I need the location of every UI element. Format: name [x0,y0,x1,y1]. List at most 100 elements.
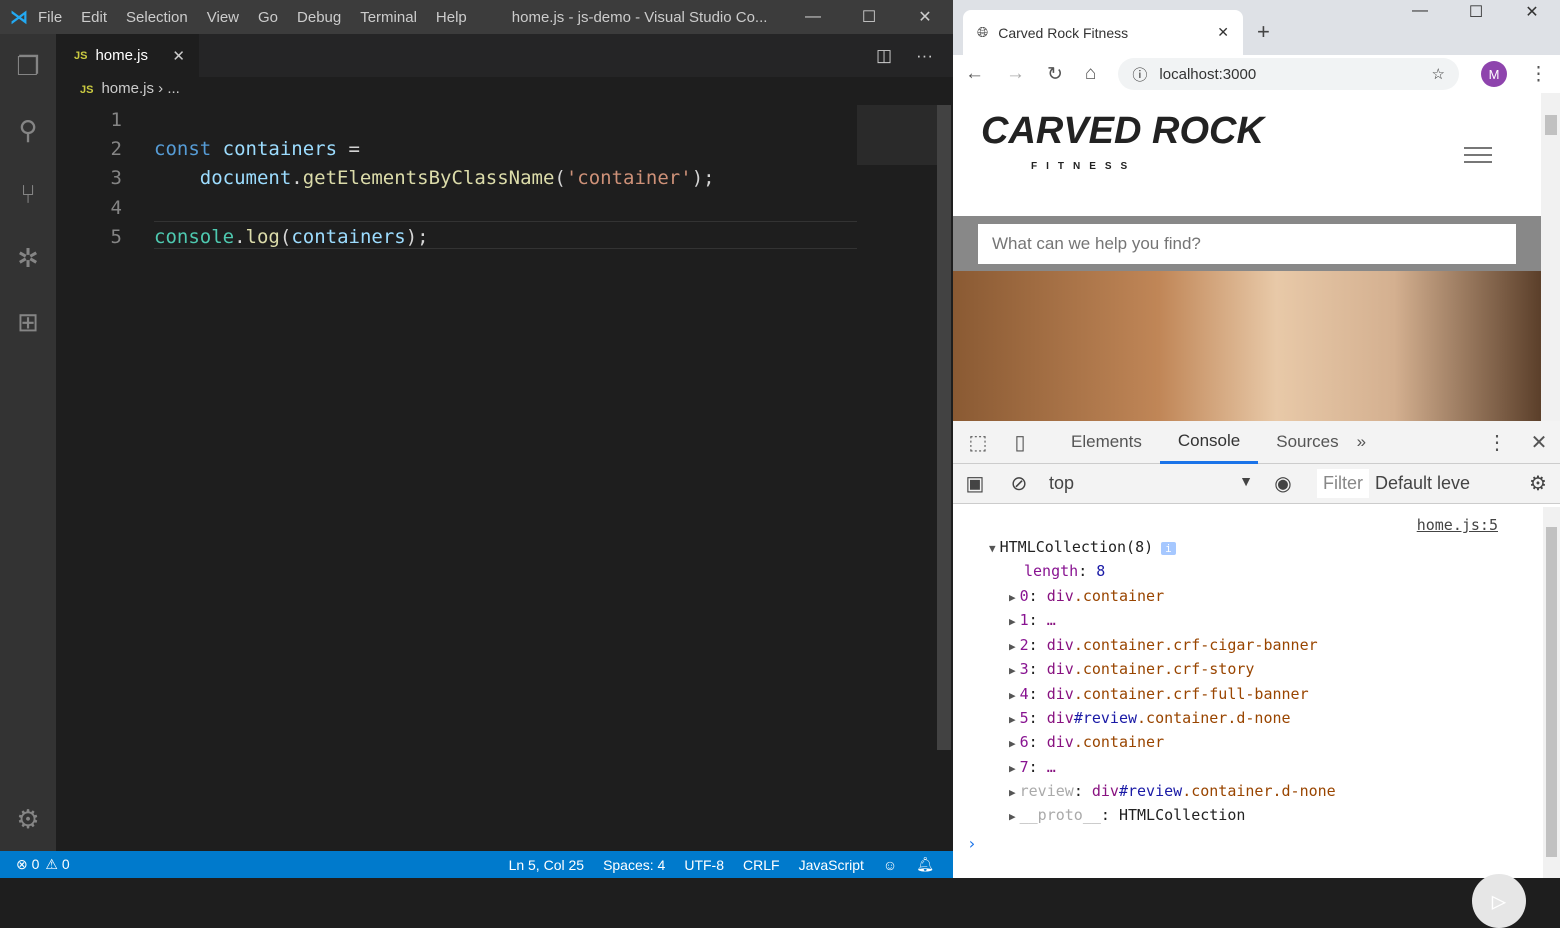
minimap[interactable] [857,105,937,165]
forward-icon[interactable]: → [1006,63,1025,85]
log-levels-dropdown[interactable]: Default leve [1375,473,1470,494]
devtools-menu-icon[interactable]: ⋮ [1476,430,1518,455]
tab-elements[interactable]: Elements [1053,421,1160,464]
hamburger-menu-icon[interactable] [1464,147,1492,163]
expand-arrow-icon[interactable]: ▶ [1009,664,1016,677]
console-settings-gear-icon[interactable]: ⚙ [1516,471,1560,496]
search-icon[interactable]: ⚲ [0,98,56,162]
menu-terminal[interactable]: Terminal [360,9,417,26]
extensions-icon[interactable]: ⊞ [0,290,56,354]
close-window-button[interactable]: ✕ [897,7,953,27]
close-tab-icon[interactable]: ✕ [172,47,185,65]
live-expression-eye-icon[interactable]: ◉ [1261,471,1305,496]
code-line: console.log(containers); [154,225,429,248]
minimize-button[interactable]: — [785,8,841,26]
expand-arrow-icon[interactable]: ▶ [1009,640,1016,653]
item-key: 1 [1019,611,1029,630]
line-ending[interactable]: CRLF [743,857,780,873]
language-mode[interactable]: JavaScript [799,857,864,873]
tab-home-js[interactable]: JS home.js ✕ [56,34,199,77]
expand-arrow-icon[interactable]: ▶ [1009,762,1016,775]
chrome-menu-icon[interactable]: ⋮ [1529,63,1548,86]
code-editor[interactable]: 1 2 const containers = 3 document.getElem… [56,105,715,251]
bookmark-star-icon[interactable]: ☆ [1432,65,1445,83]
inspect-element-icon[interactable]: ⬚ [957,430,999,455]
errors-count[interactable]: ⊗ 0 [16,856,39,873]
cursor-position[interactable]: Ln 5, Col 25 [509,857,585,873]
console-scrollbar[interactable] [1543,507,1560,878]
tab-console[interactable]: Console [1159,421,1259,464]
item-key: 5 [1019,709,1029,727]
info-icon[interactable]: ⓘ [1132,64,1147,85]
maximize-button[interactable]: ☐ [1448,2,1504,22]
play-overlay-icon[interactable]: ▷ [1472,874,1526,928]
close-devtools-icon[interactable]: ✕ [1518,430,1560,455]
menu-help[interactable]: Help [436,9,467,26]
collection-item[interactable]: ▶ 6: div.container [1009,733,1164,757]
menu-edit[interactable]: Edit [81,9,107,26]
indentation[interactable]: Spaces: 4 [603,857,665,873]
split-editor-icon[interactable]: ◫ [876,46,892,66]
item-classes: .container.d-none [1137,709,1291,727]
device-toolbar-icon[interactable]: ▯ [999,430,1041,455]
console-prompt[interactable]: › [967,834,977,853]
context-selector[interactable]: top ▼ [1041,473,1261,494]
gear-icon[interactable]: ⚙ [0,787,56,851]
address-bar[interactable]: ⓘ localhost:3000 ☆ [1118,58,1459,90]
page-scrollbar[interactable] [1541,93,1560,421]
expand-arrow-icon[interactable]: ▶ [1009,737,1016,750]
collection-item[interactable]: ▶ 0: div.container [1009,587,1164,611]
collection-item[interactable]: ▶ 7: … [1009,758,1056,782]
collection-item[interactable]: ▶ 5: div#review.container.d-none [1009,709,1291,733]
close-window-button[interactable]: ✕ [1504,2,1560,22]
expand-arrow-icon[interactable]: ▶ [1009,713,1016,726]
close-tab-icon[interactable]: ✕ [1217,24,1229,41]
menu-file[interactable]: File [38,9,62,26]
expand-arrow-icon[interactable]: ▶ [1009,591,1016,604]
debug-icon[interactable]: ✲ [0,226,56,290]
encoding[interactable]: UTF-8 [684,857,724,873]
collection-item[interactable]: ▶ 3: div.container.crf-story [1009,660,1254,684]
breadcrumb-symbol[interactable]: ... [167,80,180,97]
collection-item[interactable]: ▶ 2: div.container.crf-cigar-banner [1009,636,1318,660]
feedback-smiley-icon[interactable]: ☺ [883,857,897,873]
tab-sources[interactable]: Sources [1258,421,1356,464]
browser-tab[interactable]: 🌐︎ Carved Rock Fitness ✕ [963,10,1243,55]
collection-header[interactable]: ▼ HTMLCollection(8) i [989,538,1176,562]
filter-input[interactable]: Filter [1317,469,1369,498]
collection-item[interactable]: ▶ 1: … [1009,611,1056,635]
explorer-icon[interactable]: ❐ [0,34,56,98]
collection-item[interactable]: ▶ 4: div.container.crf-full-banner [1009,685,1309,709]
site-search-input[interactable] [978,224,1516,264]
menu-bar: File Edit Selection View Go Debug Terminal Help [38,9,486,26]
reload-icon[interactable]: ↻ [1047,63,1063,86]
expand-arrow-icon[interactable]: ▶ [1009,689,1016,702]
source-link[interactable]: home.js:5 [1417,516,1498,534]
back-icon[interactable]: ← [965,63,984,85]
menu-view[interactable]: View [207,9,239,26]
notifications-bell-icon[interactable]: 🔔︎ [916,856,934,873]
menu-debug[interactable]: Debug [297,9,341,26]
console-toolbar: ▣ ⊘ top ▼ ◉ Filter Default leve ⚙ [953,464,1560,504]
editor-scrollbar[interactable] [937,105,951,750]
source-control-icon[interactable]: ⑂ [0,162,56,226]
menu-selection[interactable]: Selection [126,9,188,26]
warnings-count[interactable]: ⚠ 0 [45,856,69,873]
more-actions-icon[interactable]: ··· [916,46,933,66]
collection-item[interactable]: ▶ review: div#review.container.d-none [1009,782,1336,806]
sidebar-toggle-icon[interactable]: ▣ [953,471,997,496]
clear-console-icon[interactable]: ⊘ [997,471,1041,496]
expand-arrow-icon[interactable]: ▶ [1009,615,1016,628]
avatar[interactable]: M [1481,61,1507,87]
menu-go[interactable]: Go [258,9,278,26]
home-icon[interactable]: ⌂ [1085,63,1096,85]
maximize-button[interactable]: ☐ [841,7,897,27]
expand-arrow-icon[interactable]: ▶ [1009,786,1016,799]
minimize-button[interactable]: — [1392,2,1448,22]
breadcrumb-file[interactable]: home.js [101,80,154,97]
item-classes: .container.crf-cigar-banner [1073,635,1318,654]
site-logo[interactable]: CARVED ROCK FITNESS [981,112,1264,185]
proto-property[interactable]: ▶ __proto__: HTMLCollection [1009,806,1245,830]
new-tab-button[interactable]: + [1257,19,1270,45]
more-tabs-icon[interactable]: » [1357,432,1366,452]
